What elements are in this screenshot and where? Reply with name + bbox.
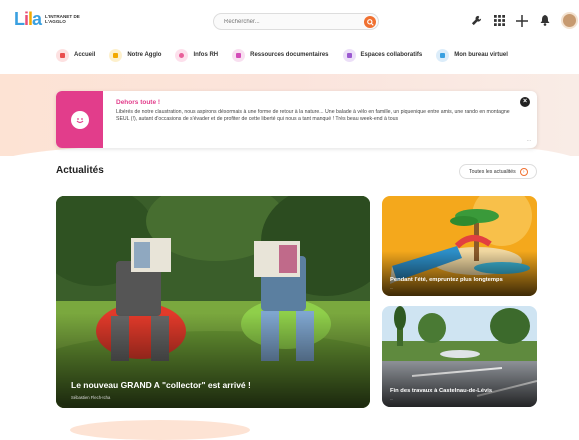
alert-text: Libérés de notre claustration, nous aspi… [116,109,510,122]
search-button[interactable] [364,16,376,28]
news-sub-summer: ... [390,285,394,290]
news-card-works[interactable]: Fin des travaux à Castelnau-de-Lévis ... [382,306,537,407]
nav-item-infos-rh[interactable]: Infos RH [175,48,219,62]
wrench-icon[interactable] [469,14,483,28]
search-input[interactable] [224,16,354,28]
smile-icon [70,110,89,129]
alert-more[interactable]: ... [527,137,531,143]
nav-item-notre-agglo[interactable]: Notre Agglo [109,48,162,62]
bell-icon[interactable] [538,14,552,28]
building-icon [109,48,123,62]
card-shade [56,312,370,408]
news-author-main: Sébastien Flech-Icha [71,395,111,400]
logo-mark: Lila [14,9,42,29]
news-title-main: Le nouveau GRAND A "collector" est arriv… [71,380,251,390]
nav-label: Mon bureau virtuel [454,52,508,58]
search-icon [366,18,374,26]
news-sub-works: ... [390,396,394,401]
close-icon[interactable]: × [520,97,530,107]
all-news-button[interactable]: Toutes les actualités › [459,164,537,179]
main-nav: Accueil Notre Agglo Infos RH Ressources … [0,40,579,70]
app-logo[interactable]: Lila L'INTRANET DE L'AGGLO [14,10,85,28]
nav-item-bureau[interactable]: Mon bureau virtuel [436,48,508,62]
news-card-summer[interactable]: Pendant l'été, empruntez plus longtemps … [382,196,537,296]
nav-label: Infos RH [193,52,219,58]
nav-item-accueil[interactable]: Accueil [56,48,96,62]
plus-icon[interactable] [515,14,529,28]
people-icon [342,48,356,62]
news-title-summer: Pendant l'été, empruntez plus longtemps [390,277,503,283]
folder-icon [232,48,246,62]
search-bar [213,13,379,30]
nav-label: Accueil [74,52,96,58]
alert-card: Dehors toute ! Libérés de notre claustra… [56,91,537,148]
nav-label: Notre Agglo [127,52,162,58]
nav-label: Ressources documentaires [250,52,329,58]
alert-side [56,91,103,148]
bottom-decoration [70,420,250,440]
section-title: Actualités [56,165,104,176]
home-icon [56,48,69,62]
card-shade [382,251,537,296]
nav-item-ressources[interactable]: Ressources documentaires [232,48,329,62]
desktop-icon [436,48,450,62]
all-news-label: Toutes les actualités [469,168,516,175]
avatar[interactable] [561,12,578,29]
news-card-main[interactable]: Le nouveau GRAND A "collector" est arriv… [56,196,370,408]
nav-item-espaces[interactable]: Espaces collaboratifs [342,48,423,62]
logo-tagline: L'INTRANET DE L'AGGLO [45,14,80,24]
arrow-right-icon: › [519,167,528,176]
alert-title: Dehors toute ! [116,99,161,106]
news-title-works: Fin des travaux à Castelnau-de-Lévis [390,388,493,394]
grid-icon[interactable] [492,14,506,28]
top-header: Lila L'INTRANET DE L'AGGLO [0,0,579,40]
eye-icon [175,48,189,62]
nav-label: Espaces collaboratifs [360,52,423,58]
card-shade [382,361,537,407]
